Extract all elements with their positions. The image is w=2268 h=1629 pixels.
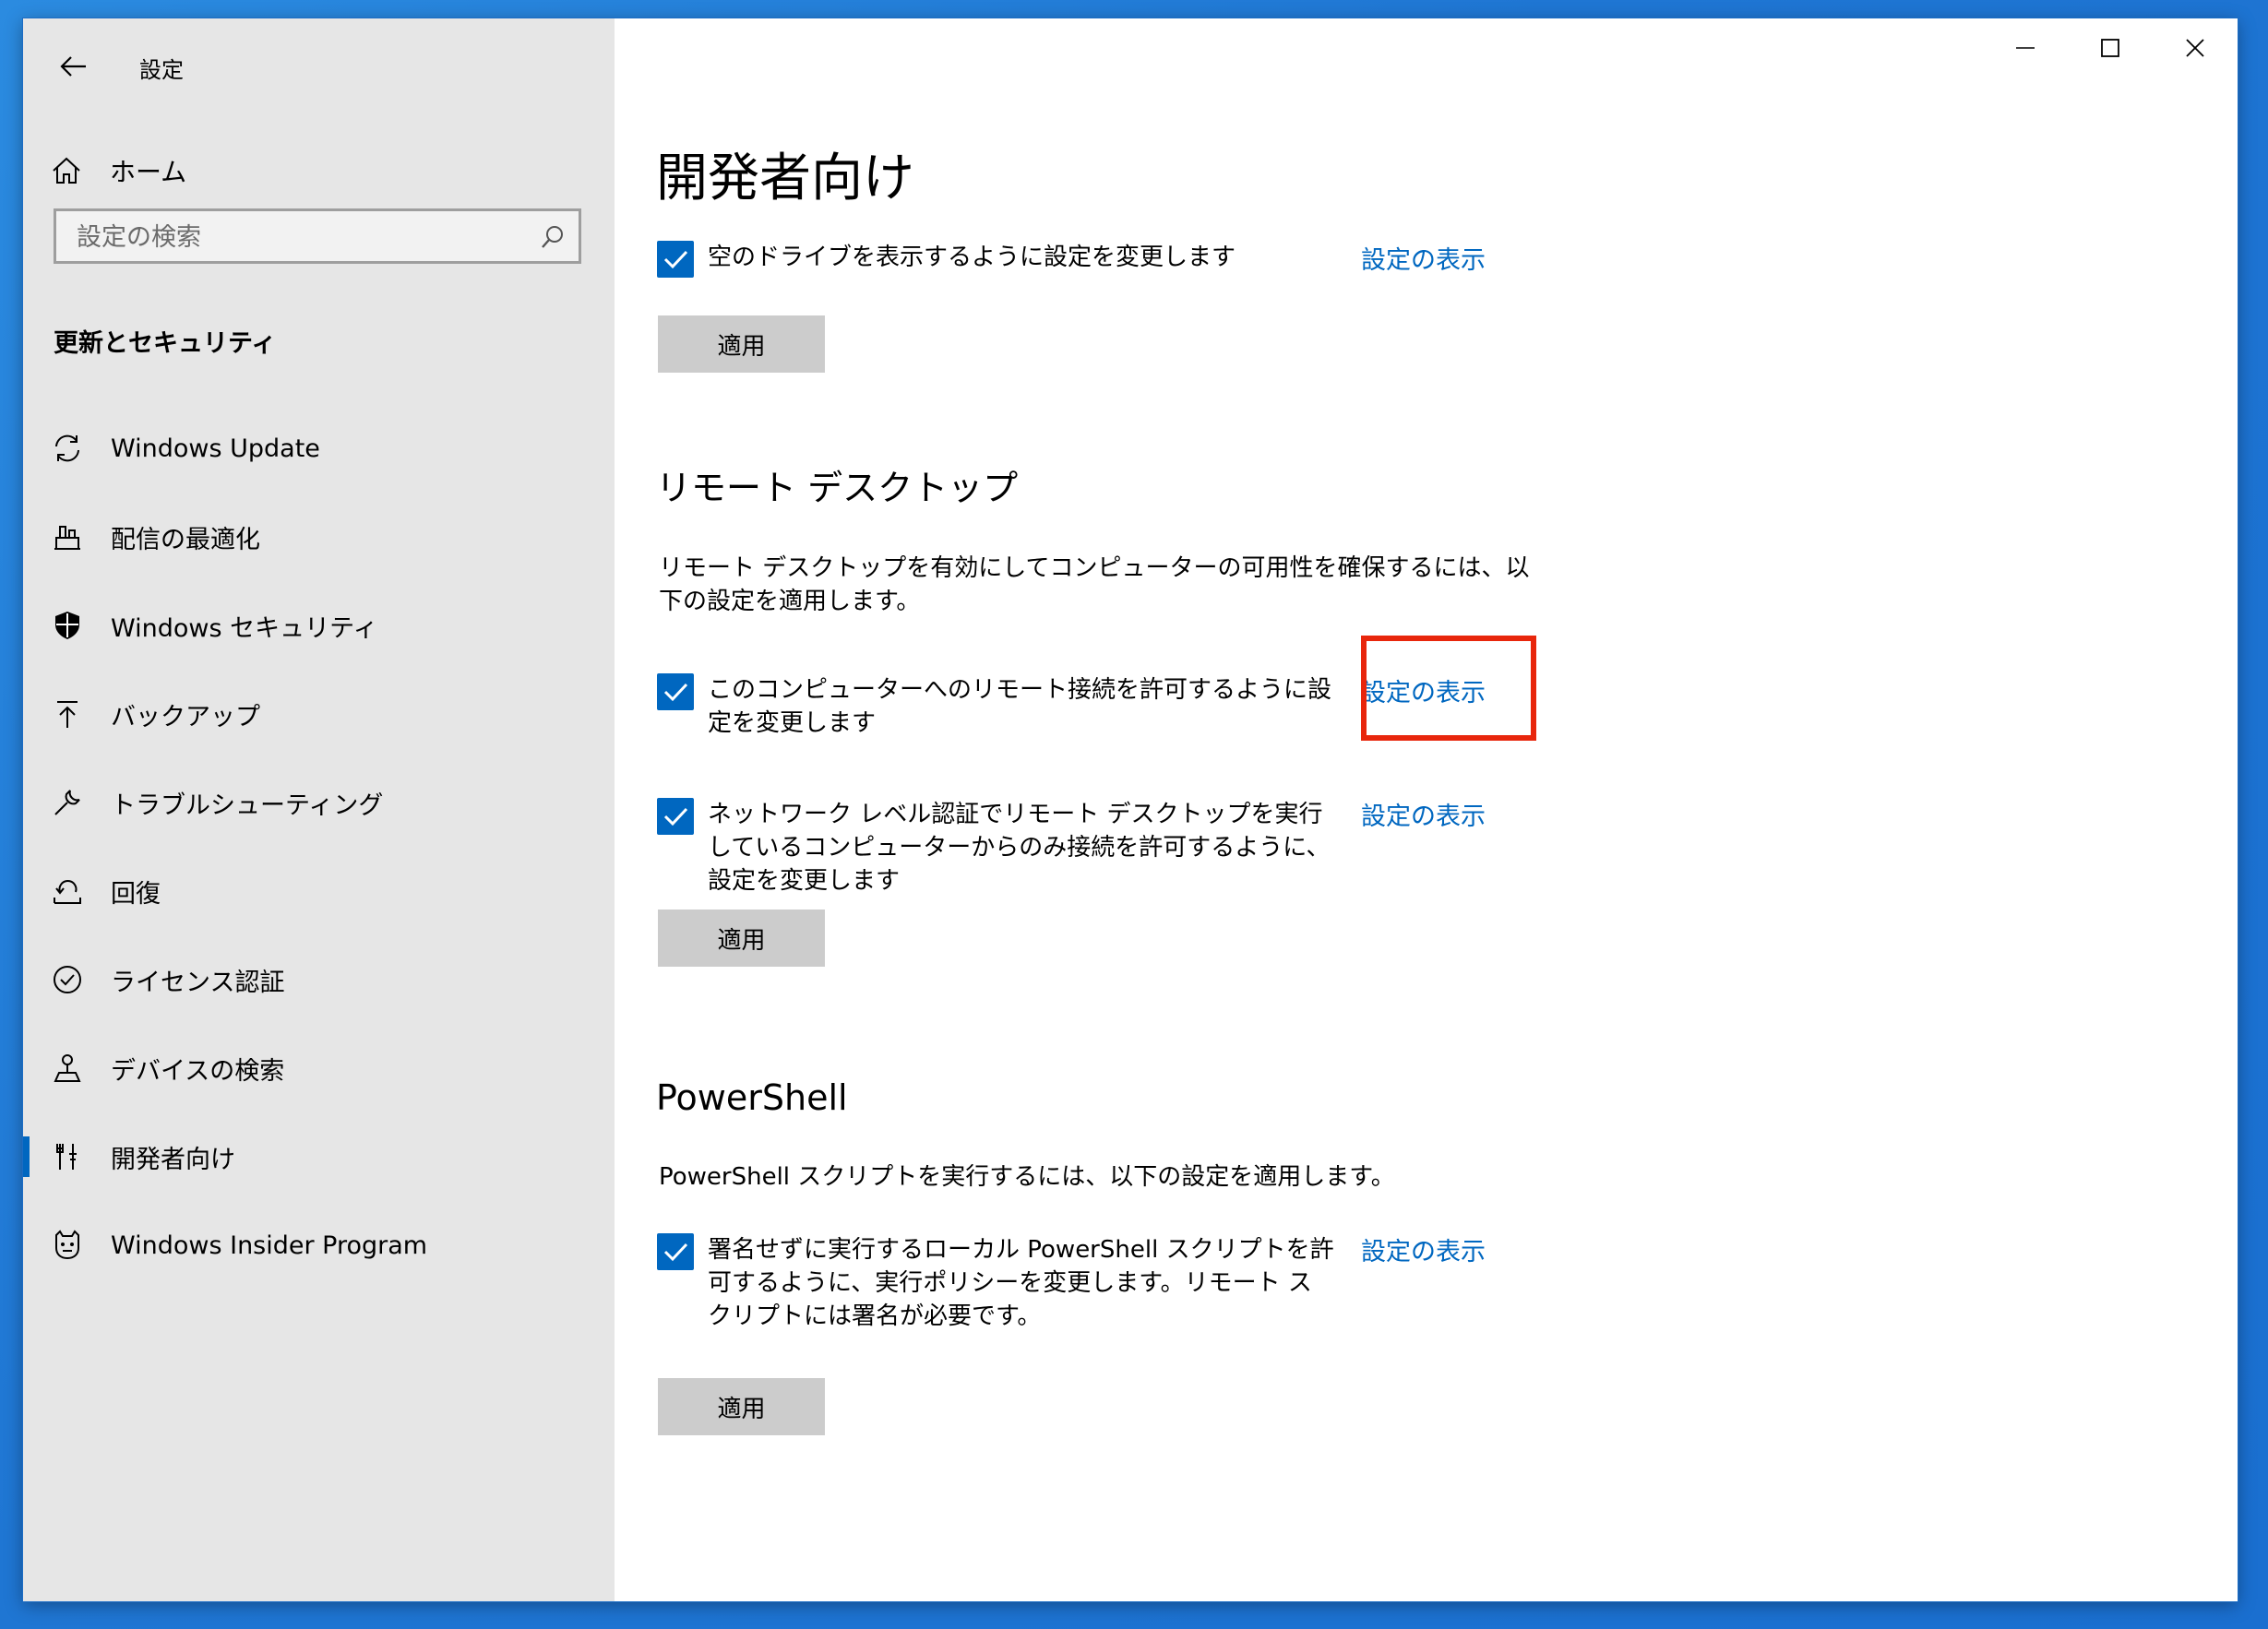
explorer-empty-drives-checkbox[interactable] (657, 241, 694, 278)
powershell-heading: PowerShell (656, 1077, 848, 1118)
recovery-icon (51, 874, 84, 908)
nla-option: ネットワーク レベル認証でリモート デスクトップを実行しているコンピューターから… (657, 798, 1335, 898)
powershell-option: 署名せずに実行するローカル PowerShell スクリプトを許可するように、実… (657, 1233, 1335, 1333)
powershell-checkbox[interactable] (657, 1233, 694, 1270)
home-label: ホーム (110, 157, 187, 187)
search-icon (542, 226, 563, 248)
nla-checkbox[interactable] (657, 798, 694, 835)
sidebar-item-developers[interactable]: 開発者向け (23, 1112, 615, 1201)
sidebar-item-insider[interactable]: Windows Insider Program (23, 1201, 615, 1290)
settings-window: 設定 ホーム 更新とセキュリティ Windows Update 配信の最適化 (23, 18, 2238, 1601)
powershell-apply-button[interactable]: 適用 (658, 1378, 825, 1435)
back-arrow-icon (60, 56, 86, 77)
sidebar-item-label: バックアップ (111, 702, 260, 731)
powershell-option-label: 署名せずに実行するローカル PowerShell スクリプトを許可するように、実… (708, 1236, 1334, 1330)
insider-cat-icon (51, 1229, 84, 1262)
sidebar-item-label: Windows Update (111, 434, 320, 463)
wrench-icon (51, 786, 84, 819)
sidebar-item-label: Windows Insider Program (111, 1231, 428, 1260)
window-controls (1983, 18, 2238, 77)
home-icon (53, 157, 80, 184)
sidebar-item-home[interactable]: ホーム (51, 148, 186, 194)
backup-arrow-icon (51, 697, 84, 731)
developer-tools-icon (51, 1140, 84, 1173)
main-content: 開発者向け 空のドライブを表示するように設定を変更します 設定の表示 適用 リモ… (615, 18, 2238, 1601)
delivery-optimization-icon (51, 520, 84, 553)
search-input[interactable] (56, 211, 521, 263)
explorer-apply-button[interactable]: 適用 (658, 315, 825, 373)
minimize-icon (2016, 47, 2035, 49)
search-box[interactable] (54, 208, 581, 264)
checkmark-icon (663, 250, 688, 269)
sidebar: 設定 ホーム 更新とセキュリティ Windows Update 配信の最適化 (23, 18, 615, 1601)
sidebar-item-windows-update[interactable]: Windows Update (23, 404, 615, 493)
sidebar-item-label: 回復 (111, 879, 161, 909)
nla-show-settings-link[interactable]: 設定の表示 (1361, 796, 1486, 832)
sidebar-item-windows-security[interactable]: Windows セキュリティ (23, 581, 615, 670)
sidebar-item-label: ライセンス認証 (111, 968, 285, 997)
check-circle-icon (51, 963, 84, 996)
sidebar-item-label: 配信の最適化 (111, 525, 260, 554)
sidebar-item-label: 開発者向け (111, 1145, 235, 1174)
remote-connection-label: このコンピューターへのリモート接続を許可するように設定を変更します (708, 676, 1332, 737)
checkmark-icon (663, 1243, 688, 1262)
explorer-option: 空のドライブを表示するように設定を変更します (657, 241, 1335, 278)
highlight-box (1361, 636, 1536, 741)
minimize-button[interactable] (1983, 18, 2068, 77)
find-device-icon (51, 1052, 84, 1085)
sidebar-item-delivery-optimization[interactable]: 配信の最適化 (23, 493, 615, 581)
maximize-button[interactable] (2068, 18, 2153, 77)
sidebar-item-activation[interactable]: ライセンス認証 (23, 935, 615, 1024)
remote-desktop-description: リモート デスクトップを有効にしてコンピューターの可用性を確保するには、以下の設… (659, 554, 1530, 615)
section-title: 更新とセキュリティ (54, 329, 277, 358)
remote-connection-option: このコンピューターへのリモート接続を許可するように設定を変更します (657, 673, 1335, 740)
back-button[interactable] (51, 46, 97, 87)
shield-icon (51, 609, 84, 642)
sidebar-item-label: デバイスの検索 (111, 1056, 285, 1086)
explorer-show-settings-link[interactable]: 設定の表示 (1361, 240, 1486, 276)
remote-desktop-apply-button[interactable]: 適用 (658, 910, 825, 967)
close-icon (2186, 39, 2204, 57)
powershell-description: PowerShell スクリプトを実行するには、以下の設定を適用します。 (659, 1163, 1395, 1191)
sync-icon (51, 432, 84, 465)
close-button[interactable] (2153, 18, 2238, 77)
remote-connection-checkbox[interactable] (657, 673, 694, 710)
powershell-show-settings-link[interactable]: 設定の表示 (1361, 1231, 1486, 1267)
active-indicator (23, 1136, 30, 1177)
sidebar-item-troubleshoot[interactable]: トラブルシューティング (23, 758, 615, 847)
remote-desktop-heading: リモート デスクトップ (656, 468, 1019, 508)
maximize-icon (2101, 39, 2119, 57)
page-title: 開発者向け (656, 149, 914, 208)
explorer-option-label: 空のドライブを表示するように設定を変更します (708, 244, 1236, 271)
sidebar-item-recovery[interactable]: 回復 (23, 847, 615, 935)
checkmark-icon (663, 683, 688, 702)
sidebar-item-label: トラブルシューティング (111, 791, 384, 820)
sidebar-nav: Windows Update 配信の最適化 Windows セキュリティ バック… (23, 404, 615, 1290)
sidebar-item-backup[interactable]: バックアップ (23, 670, 615, 758)
checkmark-icon (663, 807, 688, 826)
sidebar-item-find-device[interactable]: デバイスの検索 (23, 1024, 615, 1112)
nla-label: ネットワーク レベル認証でリモート デスクトップを実行しているコンピューターから… (708, 801, 1331, 895)
app-title: 設定 (139, 57, 184, 83)
sidebar-item-label: Windows セキュリティ (111, 613, 378, 643)
